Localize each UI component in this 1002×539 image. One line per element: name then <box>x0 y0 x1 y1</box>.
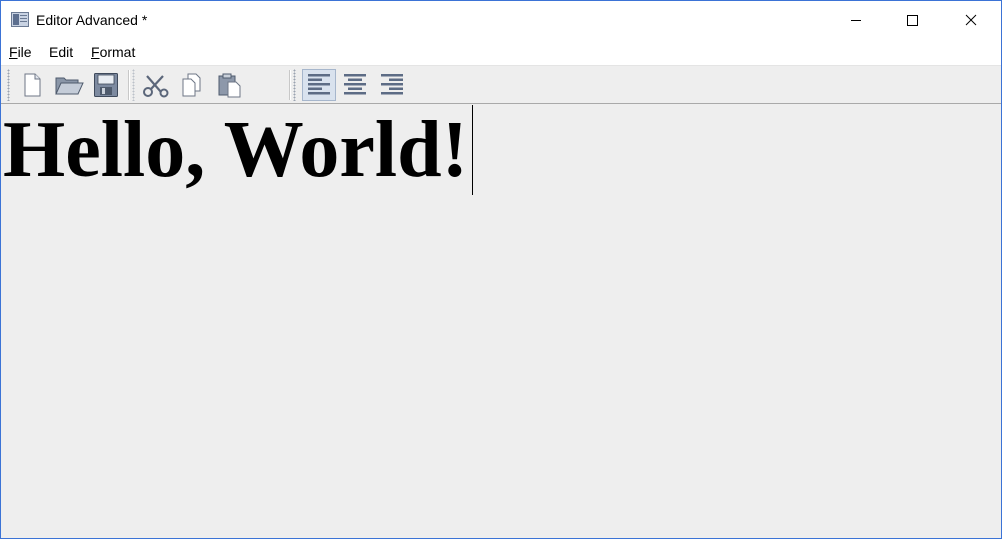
align-left-button[interactable] <box>302 69 336 101</box>
maximize-button[interactable] <box>883 1 941 39</box>
paste-icon <box>218 73 241 98</box>
menu-file-label: ile <box>17 44 32 60</box>
align-right-icon <box>381 74 403 95</box>
toolbar <box>1 65 1001 104</box>
editor-window: Editor Advanced * File Edit Format Hello… <box>0 0 1002 539</box>
toolbar-separator <box>289 70 290 100</box>
menu-format-label: ormat <box>99 44 136 60</box>
toolbar-grip[interactable] <box>132 69 135 101</box>
save-disk-icon <box>94 73 118 97</box>
paste-button[interactable] <box>213 69 247 101</box>
open-folder-icon <box>55 77 84 95</box>
toolbar-grip[interactable] <box>7 69 10 101</box>
document-text: Hello, World! <box>3 106 469 194</box>
align-right-button[interactable] <box>375 69 409 101</box>
menu-edit-label: Edit <box>49 44 74 60</box>
align-left-icon <box>308 74 330 95</box>
minimize-button[interactable] <box>827 1 885 39</box>
menu-edit[interactable]: Edit <box>49 44 73 60</box>
close-button[interactable] <box>942 1 1000 39</box>
align-center-button[interactable] <box>338 69 372 101</box>
title-bar[interactable]: Editor Advanced * <box>1 1 1001 39</box>
minimize-icon <box>851 20 861 21</box>
menu-file-mnemonic: F <box>9 44 18 60</box>
text-caret <box>472 105 474 195</box>
menu-format-mnemonic: F <box>91 44 100 60</box>
new-file-icon <box>24 73 41 97</box>
copy-icon <box>182 73 201 97</box>
menu-format[interactable]: Format <box>91 44 135 60</box>
close-icon <box>965 14 977 26</box>
align-center-icon <box>344 74 366 95</box>
cut-scissors-icon <box>143 75 169 98</box>
menu-bar: File Edit Format <box>1 39 1001 65</box>
app-icon <box>11 12 29 27</box>
menu-file[interactable]: File <box>9 44 32 60</box>
toolbar-grip[interactable] <box>293 69 296 101</box>
open-button[interactable] <box>52 69 86 101</box>
save-button[interactable] <box>89 69 123 101</box>
window-title: Editor Advanced * <box>36 12 148 28</box>
editor-text-area[interactable]: Hello, World! <box>1 104 1001 538</box>
editor-content[interactable]: Hello, World! <box>3 104 474 196</box>
cut-button[interactable] <box>139 69 173 101</box>
toolbar-separator <box>128 70 129 100</box>
maximize-icon <box>907 15 918 26</box>
copy-button[interactable] <box>176 69 210 101</box>
new-button[interactable] <box>15 69 49 101</box>
